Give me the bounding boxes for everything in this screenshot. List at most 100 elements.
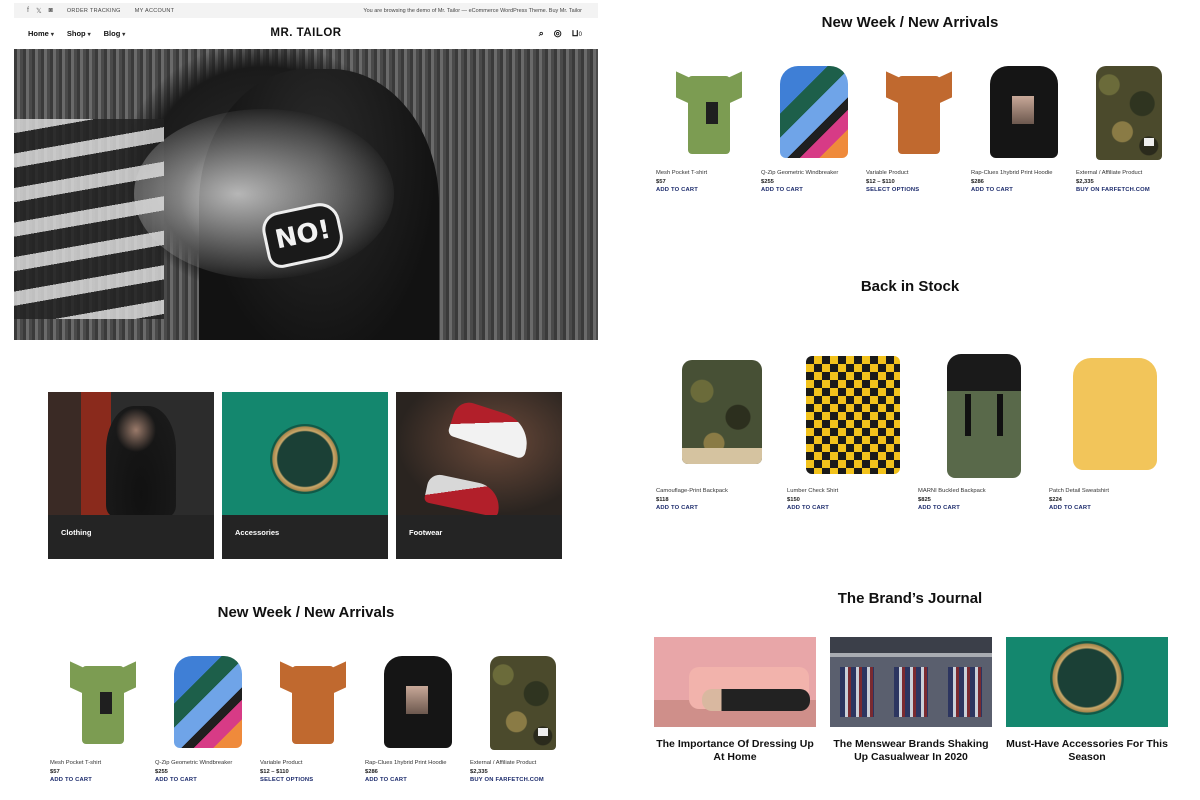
product-image[interactable] [787,350,918,480]
demo-notice[interactable]: You are browsing the demo of Mr. Tailor … [363,8,582,14]
product-card[interactable]: Lumber Check Shirt $150 ADD TO CART [787,350,918,511]
select-options-button[interactable]: SELECT OPTIONS [260,777,365,783]
product-image[interactable] [50,652,155,752]
product-image[interactable] [155,652,260,752]
product-price: $255 [761,179,774,186]
add-to-cart-button[interactable]: ADD TO CART [1049,505,1180,511]
product-image[interactable] [656,62,761,162]
product-card[interactable]: MARNI Buckled Backpack $825 ADD TO CART [918,350,1049,511]
product-card[interactable]: Patch Detail Sweatshirt $224 ADD TO CART [1049,350,1180,511]
watch-image [270,424,340,494]
product-row-right: Mesh Pocket T-shirt $57 ADD TO CART Q-Zi… [656,62,1181,193]
product-name[interactable]: Mesh Pocket T-shirt [50,760,155,767]
journal-title[interactable]: The Importance Of Dressing Up At Home [654,738,816,763]
add-to-cart-button[interactable]: ADD TO CART [971,187,1076,193]
product-name[interactable]: Camouflage-Print Backpack [656,488,787,495]
product-name[interactable]: External / Affiliate Product [1076,170,1181,177]
product-image[interactable] [470,652,575,752]
hoodie-image [383,656,452,748]
add-to-cart-button[interactable]: ADD TO CART [656,505,787,511]
tshirt-image [675,70,742,154]
main-nav: Home ▾ Shop ▾ Blog ▾ MR. TAILOR ⌕ ◎ ⊔0 [14,20,598,46]
buy-external-button[interactable]: BUY ON FARFETCH.COM [470,777,575,783]
journal-title[interactable]: The Menswear Brands Shaking Up Casualwea… [830,738,992,763]
my-account-link[interactable]: MY ACCOUNT [135,8,175,14]
journal-image[interactable] [654,637,816,727]
add-to-cart-button[interactable]: ADD TO CART [656,187,761,193]
order-tracking-link[interactable]: ORDER TRACKING [67,8,121,14]
x-icon[interactable]: 𝕏 [36,7,42,15]
journal-image[interactable] [830,637,992,727]
clothing-rack-image [894,667,928,717]
product-price: $150 [787,497,800,504]
journal-title[interactable]: Must-Have Accessories For This Season [1006,738,1168,763]
product-image[interactable] [260,652,365,752]
product-image[interactable] [1049,350,1180,480]
category-card-accessories[interactable]: Accessories [222,392,388,559]
product-card[interactable]: Rap-Clues 1hybrid Print Hoodie $286 ADD … [365,652,470,783]
buy-external-button[interactable]: BUY ON FARFETCH.COM [1076,187,1181,193]
add-to-cart-button[interactable]: ADD TO CART [155,777,260,783]
site-logo[interactable]: MR. TAILOR [14,27,598,39]
category-label: Clothing [61,528,92,537]
select-options-button[interactable]: SELECT OPTIONS [866,187,971,193]
product-price: $57 [656,179,666,186]
product-row-back-in-stock: Camouflage-Print Backpack $118 ADD TO CA… [656,350,1180,511]
product-name[interactable]: Mesh Pocket T-shirt [656,170,761,177]
product-image[interactable] [971,62,1076,162]
product-name[interactable]: Patch Detail Sweatshirt [1049,488,1180,495]
windbreaker-image [173,656,242,748]
category-image-accessories [222,392,388,515]
add-to-cart-button[interactable]: ADD TO CART [787,505,918,511]
category-image-footwear [396,392,562,515]
product-name[interactable]: MARNI Buckled Backpack [918,488,1049,495]
category-card-footwear[interactable]: Footwear [396,392,562,559]
product-name[interactable]: Variable Product [866,170,971,177]
product-card[interactable]: External / Affiliate Product $2,335 BUY … [1076,62,1181,193]
product-image[interactable] [365,652,470,752]
product-name[interactable]: Q-Zip Geometric Windbreaker [761,170,866,177]
facebook-icon[interactable]: f [27,7,29,15]
product-image[interactable] [761,62,866,162]
product-name[interactable]: External / Affiliate Product [470,760,575,767]
product-image[interactable] [656,350,787,480]
product-price: $2,335 [470,769,488,776]
product-card[interactable]: Camouflage-Print Backpack $118 ADD TO CA… [656,350,787,511]
product-card[interactable]: Q-Zip Geometric Windbreaker $255 ADD TO … [761,62,866,193]
sneaker-image [423,472,504,515]
section-title-journal: The Brand’s Journal [837,590,983,607]
sweatshirt-image [1072,358,1157,470]
product-card[interactable]: Variable Product $12 – $110 SELECT OPTIO… [260,652,365,783]
add-to-cart-button[interactable]: ADD TO CART [918,505,1049,511]
product-name[interactable]: Q-Zip Geometric Windbreaker [155,760,260,767]
product-name[interactable]: Rap-Clues 1hybrid Print Hoodie [971,170,1076,177]
product-name[interactable]: Lumber Check Shirt [787,488,918,495]
product-card[interactable]: Q-Zip Geometric Windbreaker $255 ADD TO … [155,652,260,783]
journal-card[interactable]: The Importance Of Dressing Up At Home [654,637,816,763]
journal-card[interactable]: Must-Have Accessories For This Season [1006,637,1168,763]
instagram-icon[interactable]: ◙ [49,7,53,15]
hero-banner[interactable]: NO! [14,49,598,340]
product-card[interactable]: Mesh Pocket T-shirt $57 ADD TO CART [656,62,761,193]
reclining-man-image [702,689,810,711]
product-card[interactable]: External / Affiliate Product $2,335 BUY … [470,652,575,783]
add-to-cart-button[interactable]: ADD TO CART [365,777,470,783]
product-card[interactable]: Mesh Pocket T-shirt $57 ADD TO CART [50,652,155,783]
product-price: $12 – $110 [866,179,895,186]
product-card[interactable]: Variable Product $12 – $110 SELECT OPTIO… [866,62,971,193]
journal-card[interactable]: The Menswear Brands Shaking Up Casualwea… [830,637,992,763]
product-card[interactable]: Rap-Clues 1hybrid Print Hoodie $286 ADD … [971,62,1076,193]
product-name[interactable]: Rap-Clues 1hybrid Print Hoodie [365,760,470,767]
journal-image[interactable] [1006,637,1168,727]
product-image[interactable] [1076,62,1181,162]
product-name[interactable]: Variable Product [260,760,365,767]
product-price: $286 [365,769,378,776]
category-card-clothing[interactable]: Clothing [48,392,214,559]
add-to-cart-button[interactable]: ADD TO CART [761,187,866,193]
backpack-image [681,360,762,464]
product-image[interactable] [918,350,1049,480]
product-image[interactable] [866,62,971,162]
add-to-cart-button[interactable]: ADD TO CART [50,777,155,783]
category-label: Accessories [235,528,280,537]
tshirt-image [885,70,952,154]
